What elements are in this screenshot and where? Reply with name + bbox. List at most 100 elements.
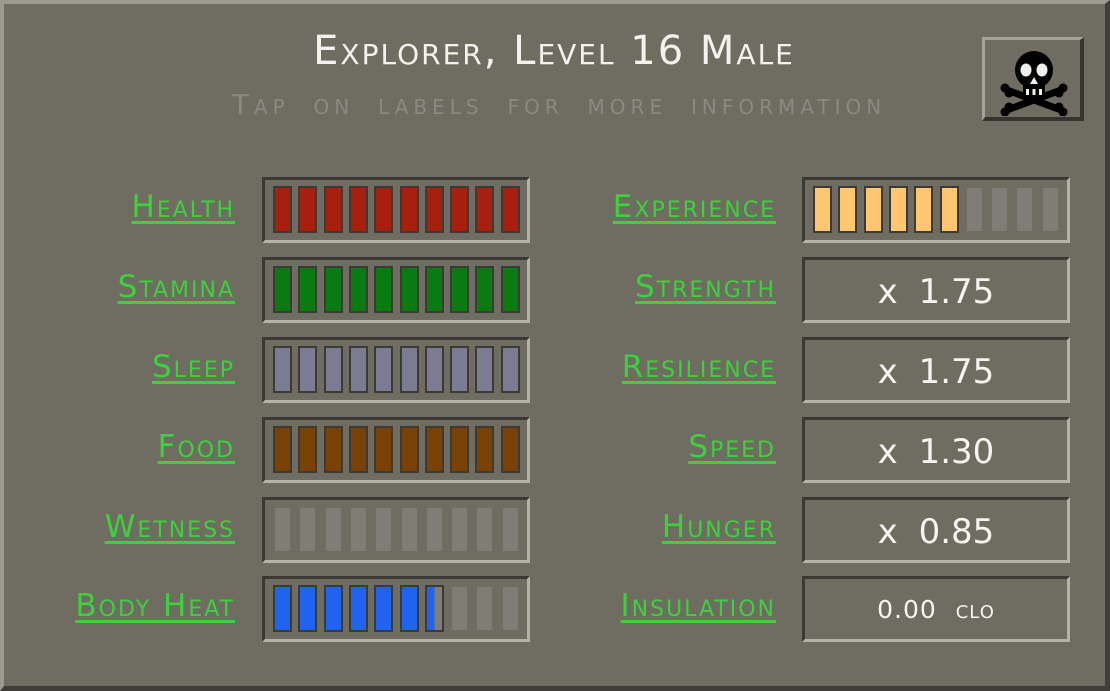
body-heat-segment (273, 585, 292, 632)
speed-value: x 1.30 (877, 432, 995, 472)
health-segment (450, 186, 470, 233)
experience-segment (888, 186, 908, 233)
experience-segment (863, 186, 883, 233)
food-segment (450, 426, 470, 473)
hunger-value: x 0.85 (877, 512, 995, 552)
sleep-segment (475, 346, 495, 393)
food-segment (273, 426, 292, 473)
experience-segment (914, 186, 934, 233)
sleep-segment (323, 346, 343, 393)
experience-segment (1015, 186, 1035, 233)
experience-segment (838, 186, 858, 233)
label-food[interactable]: Food (158, 429, 235, 465)
health-segment (273, 186, 292, 233)
sleep-segment (273, 346, 292, 393)
skull-button[interactable] (982, 37, 1084, 121)
sleep-segment (374, 346, 394, 393)
health-bar (262, 177, 530, 243)
sleep-segment (500, 346, 520, 393)
body-heat-segment (298, 585, 318, 632)
health-segment (374, 186, 394, 233)
food-segment (374, 426, 394, 473)
body-heat-segment (399, 585, 419, 632)
sleep-bar (262, 337, 530, 403)
info-hint: Tap on labels for more information (231, 88, 887, 121)
experience-segment (964, 186, 984, 233)
body-heat-segment (348, 585, 368, 632)
wetness-segment (273, 506, 292, 553)
stamina-segment (475, 266, 495, 313)
body-heat-segment (500, 585, 520, 632)
wetness-segment (450, 506, 470, 553)
stamina-segment (399, 266, 419, 313)
stamina-segment (298, 266, 318, 313)
label-strength[interactable]: Strength (635, 269, 776, 305)
sleep-segment (399, 346, 419, 393)
sleep-segment (424, 346, 444, 393)
wetness-segment (399, 506, 419, 553)
health-segment (424, 186, 444, 233)
food-segment (348, 426, 368, 473)
strength-value: x 1.75 (877, 272, 995, 312)
label-stamina[interactable]: Stamina (118, 269, 235, 305)
health-segment (500, 186, 520, 233)
stamina-bar (262, 257, 530, 323)
food-bar (262, 417, 530, 483)
stamina-segment (424, 266, 444, 313)
experience-bar (802, 177, 1070, 243)
body-heat-segment (374, 585, 394, 632)
food-segment (399, 426, 419, 473)
hunger-value-box: x 0.85 (802, 497, 1070, 563)
resilience-value: x 1.75 (877, 352, 995, 392)
wetness-segment (475, 506, 495, 553)
character-stats-panel: Explorer, Level 16 Male Tap on labels fo… (0, 0, 1110, 691)
sleep-segment (450, 346, 470, 393)
body-heat-segment (323, 585, 343, 632)
label-experience[interactable]: Experience (613, 189, 776, 225)
body-heat-bar (262, 576, 530, 642)
label-body-heat[interactable]: Body Heat (75, 588, 235, 624)
experience-segment (990, 186, 1010, 233)
body-heat-segment (450, 585, 470, 632)
health-segment (298, 186, 318, 233)
food-segment (500, 426, 520, 473)
stamina-segment (374, 266, 394, 313)
food-segment (298, 426, 318, 473)
wetness-segment (298, 506, 318, 553)
resilience-value-box: x 1.75 (802, 337, 1070, 403)
stamina-segment (273, 266, 292, 313)
food-segment (475, 426, 495, 473)
health-segment (399, 186, 419, 233)
speed-value-box: x 1.30 (802, 417, 1070, 483)
sleep-segment (298, 346, 318, 393)
label-wetness[interactable]: Wetness (105, 509, 235, 545)
wetness-segment (348, 506, 368, 553)
food-segment (323, 426, 343, 473)
label-insulation[interactable]: Insulation (621, 588, 776, 624)
experience-segment (1040, 186, 1060, 233)
label-resilience[interactable]: Resilience (622, 349, 776, 385)
wetness-segment (500, 506, 520, 553)
stamina-segment (323, 266, 343, 313)
health-segment (323, 186, 343, 233)
wetness-bar (262, 497, 530, 563)
health-segment (475, 186, 495, 233)
label-sleep[interactable]: Sleep (152, 349, 235, 385)
insulation-value: 0.00 clo (877, 595, 995, 624)
stamina-segment (500, 266, 520, 313)
experience-segment (939, 186, 959, 233)
health-segment (348, 186, 368, 233)
strength-value-box: x 1.75 (802, 257, 1070, 323)
wetness-segment (323, 506, 343, 553)
body-heat-segment (424, 585, 444, 632)
label-speed[interactable]: Speed (688, 429, 776, 465)
body-heat-segment (475, 585, 495, 632)
label-health[interactable]: Health (132, 189, 235, 225)
skull-crossbones-icon (1000, 51, 1068, 116)
wetness-segment (374, 506, 394, 553)
experience-segment (813, 186, 832, 233)
stamina-segment (348, 266, 368, 313)
character-title: Explorer, Level 16 Male (313, 28, 795, 74)
label-hunger[interactable]: Hunger (662, 509, 776, 545)
wetness-segment (424, 506, 444, 553)
